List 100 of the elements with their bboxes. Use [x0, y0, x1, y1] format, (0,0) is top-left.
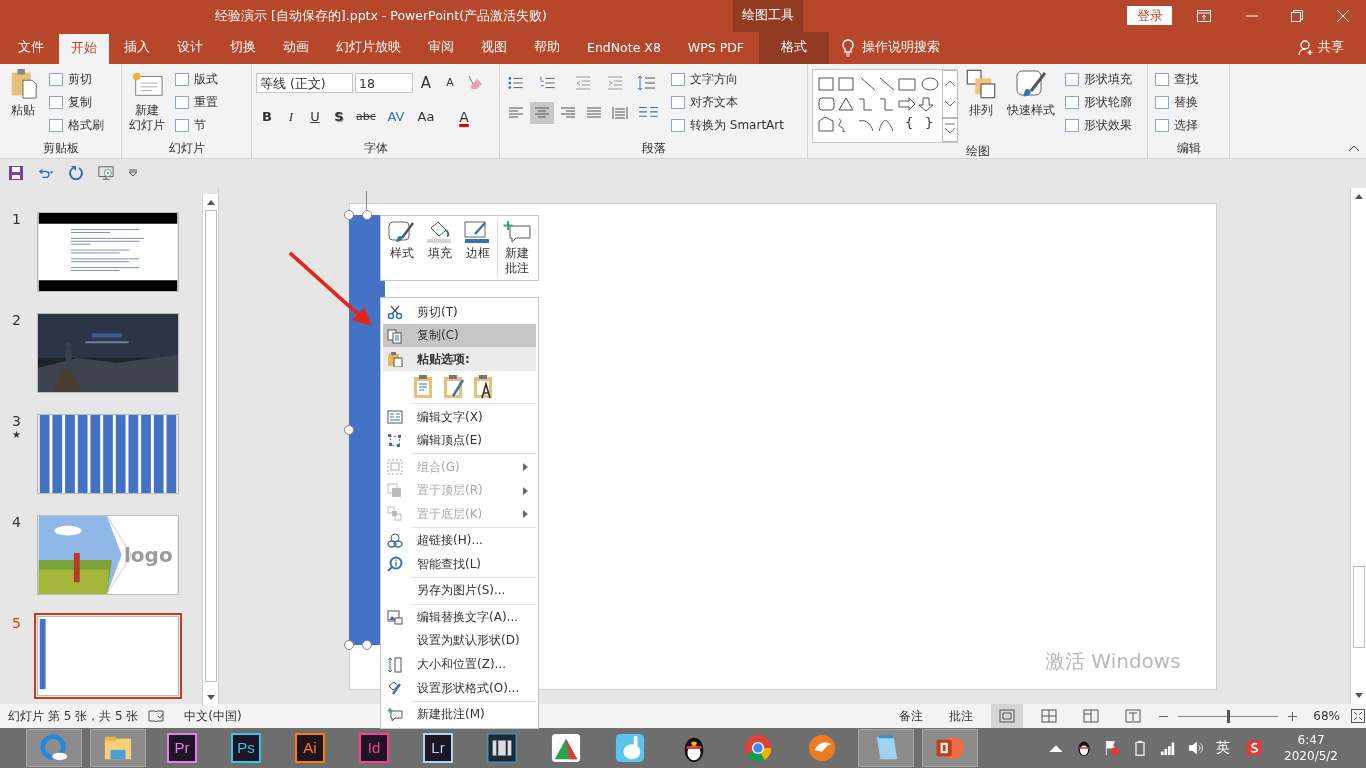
penguin-icon[interactable] — [1076, 740, 1093, 757]
edit-button[interactable]: 查找 — [1152, 68, 1198, 91]
mini-toolbar-button[interactable]: 样式 — [383, 220, 421, 277]
ribbon-tab[interactable]: 帮助 — [522, 31, 572, 64]
gallery-scroll-icon[interactable] — [942, 68, 958, 143]
menu-item[interactable]: 另存为图片(S)... — [383, 579, 536, 603]
thumbnail-scrollbar[interactable] — [202, 194, 218, 707]
shape-format-button[interactable]: 形状轮廓 — [1062, 91, 1132, 114]
menu-item[interactable]: 编辑文字(X) — [383, 405, 536, 429]
taskbar-app[interactable]: Pr — [154, 729, 210, 768]
scrollbar-thumb[interactable] — [204, 210, 217, 683]
shape-format-button[interactable]: 形状效果 — [1062, 114, 1132, 137]
brace-shape[interactable]: { — [905, 115, 914, 130]
close-icon[interactable] — [1337, 10, 1349, 22]
edit-button[interactable]: 替换 — [1152, 91, 1198, 114]
taskbar-app[interactable]: Lr — [410, 729, 466, 768]
clipboard-button[interactable]: 格式刷 — [46, 114, 104, 137]
scroll-up-icon[interactable] — [206, 199, 215, 206]
scroll-down-icon[interactable] — [206, 695, 215, 702]
ribbon-tab[interactable]: 切换 — [218, 31, 268, 64]
flag-icon[interactable] — [1104, 740, 1121, 757]
notes-button[interactable]: 备注 — [891, 707, 932, 725]
font-name-field[interactable]: 等线 (正文) — [256, 72, 353, 93]
zoom-slider-thumb[interactable] — [1227, 709, 1231, 723]
font-style-button[interactable]: Aa — [412, 105, 440, 128]
font-style-button[interactable]: I — [280, 105, 302, 128]
fit-to-window-icon[interactable] — [1350, 709, 1366, 724]
zoom-in-icon[interactable] — [1288, 711, 1298, 721]
scroll-up-icon[interactable] — [1354, 193, 1363, 200]
mini-toolbar-button[interactable]: 填充 — [421, 220, 459, 277]
resize-handle[interactable] — [344, 640, 354, 651]
resize-handle[interactable] — [362, 640, 372, 651]
ribbon-tab[interactable]: 审阅 — [416, 31, 466, 64]
font-color-button[interactable]: A — [450, 105, 478, 128]
volume-icon[interactable] — [1188, 740, 1205, 757]
menu-item[interactable]: 复制(C) — [383, 323, 536, 348]
restore-icon[interactable] — [1291, 10, 1303, 22]
clear-format-icon[interactable] — [467, 74, 483, 91]
ribbon-tab[interactable]: 幻灯片放映 — [324, 31, 413, 64]
slideshow-icon[interactable] — [98, 165, 114, 182]
save-icon[interactable] — [8, 165, 24, 182]
text-option-button[interactable]: 文字方向 — [668, 68, 788, 91]
language-indicator[interactable]: 中文(中国) — [184, 707, 242, 725]
scroll-down-icon[interactable] — [1354, 693, 1363, 700]
ribbon-display-icon[interactable] — [1197, 10, 1211, 22]
view-button[interactable] — [991, 704, 1024, 729]
menu-item[interactable]: 剪切(T) — [383, 300, 536, 324]
customize-icon[interactable] — [128, 169, 138, 178]
line-spacing-icon[interactable] — [636, 74, 658, 91]
font-style-button[interactable]: B — [256, 105, 278, 128]
ribbon-tab[interactable]: 开始 — [59, 33, 109, 64]
resize-handle[interactable] — [344, 425, 354, 436]
mini-toolbar-button[interactable]: 新建批注 — [497, 220, 535, 277]
ribbon-tab[interactable]: 设计 — [165, 31, 215, 64]
paste-button[interactable]: 粘贴 — [4, 65, 42, 140]
input-method-icon[interactable] — [1246, 740, 1263, 757]
taskbar-app[interactable]: Ps — [218, 729, 274, 768]
resize-handle[interactable] — [344, 210, 354, 221]
spellcheck-icon[interactable] — [148, 709, 165, 724]
tell-me-search[interactable]: 操作说明搜索 — [862, 39, 940, 57]
shapes-gallery[interactable]: { } — [812, 68, 958, 143]
slide-option-button[interactable]: 节 — [172, 114, 218, 137]
menu-item[interactable]: 设置为默认形状(D) — [383, 629, 536, 653]
font-style-button[interactable]: U — [304, 105, 326, 128]
login-button[interactable]: 登录 — [1127, 6, 1172, 25]
ribbon-tab[interactable]: 动画 — [271, 31, 321, 64]
ribbon-tab[interactable]: EndNote X8 — [575, 31, 673, 64]
share-button[interactable]: 共享 — [1318, 39, 1344, 57]
grow-font-button[interactable]: A — [415, 71, 437, 94]
ribbon-tab[interactable]: WPS PDF — [675, 31, 756, 64]
menu-item[interactable]: 新建批注(M) — [383, 702, 536, 727]
input-method-indicator[interactable]: 英 — [1216, 739, 1231, 758]
ribbon-tab[interactable]: 视图 — [469, 31, 519, 64]
slide-option-button[interactable]: 重置 — [172, 91, 218, 114]
signal-icon[interactable] — [1160, 740, 1177, 757]
clipboard-button[interactable]: 剪切 — [46, 68, 104, 91]
new-slide-button[interactable]: 新建 幻灯片 — [126, 65, 168, 140]
taskbar-app[interactable]: Ai — [282, 729, 338, 768]
align-button[interactable] — [530, 101, 554, 124]
menu-item[interactable]: 智能查找(L) — [383, 552, 536, 577]
slide-option-button[interactable]: 版式 — [172, 68, 218, 91]
font-style-button[interactable]: abc — [352, 105, 380, 128]
zoom-level[interactable]: 68% — [1313, 709, 1340, 724]
edit-button[interactable]: 选择 — [1152, 114, 1198, 137]
ribbon-tab[interactable]: 格式 — [759, 31, 829, 64]
redo-icon[interactable] — [68, 165, 84, 182]
brace-shape[interactable]: } — [925, 115, 934, 130]
menu-item[interactable]: 编辑顶点(E) — [383, 428, 536, 453]
scrollbar-thumb[interactable] — [1352, 566, 1365, 649]
collapse-ribbon-icon[interactable] — [1348, 144, 1360, 152]
arrange-button[interactable]: 排列 — [962, 65, 1000, 143]
slide-scrollbar[interactable] — [1350, 188, 1366, 705]
mini-toolbar-button[interactable]: 边框 — [459, 220, 497, 277]
font-style-button[interactable]: S — [328, 105, 350, 128]
text-option-button[interactable]: 转换为 SmartArt — [668, 114, 788, 137]
text-option-button[interactable]: 对齐文本 — [668, 91, 788, 114]
font-size-field[interactable]: 18 — [355, 72, 413, 93]
shape-format-button[interactable]: 形状填充 — [1062, 68, 1132, 91]
resize-handle[interactable] — [362, 210, 372, 221]
person-icon[interactable] — [1298, 39, 1314, 56]
